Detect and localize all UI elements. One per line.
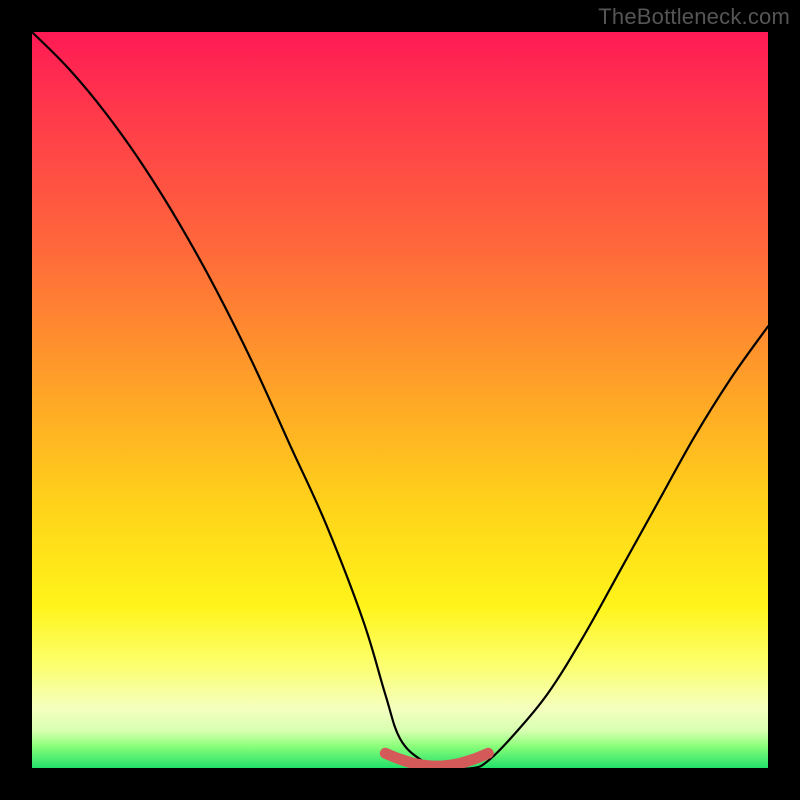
- sweet-spot-highlight: [385, 753, 488, 766]
- bottleneck-curve: [32, 32, 768, 768]
- watermark-label: TheBottleneck.com: [598, 4, 790, 30]
- plot-area: [32, 32, 768, 768]
- curve-layer: [32, 32, 768, 768]
- chart-frame: TheBottleneck.com: [0, 0, 800, 800]
